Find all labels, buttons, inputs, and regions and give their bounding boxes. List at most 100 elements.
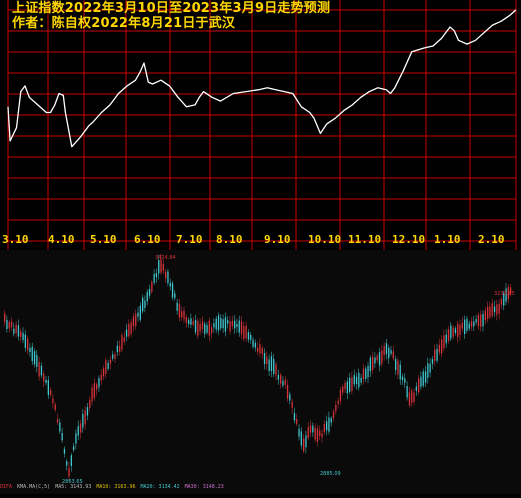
month-label: 6.10 bbox=[134, 233, 161, 246]
candle-body bbox=[121, 335, 123, 350]
candle-body bbox=[441, 339, 443, 354]
candle-body bbox=[358, 372, 360, 388]
candle-body bbox=[434, 349, 436, 362]
right-price-label: 3230.85 bbox=[494, 291, 515, 297]
candle-body bbox=[263, 353, 266, 365]
candle-body bbox=[309, 425, 312, 433]
candle-body bbox=[146, 291, 148, 302]
candle-body bbox=[86, 407, 89, 416]
candle-body bbox=[275, 364, 277, 376]
candle-body bbox=[454, 328, 457, 333]
candle-body bbox=[466, 318, 468, 331]
candle-body bbox=[496, 304, 498, 315]
candle-body bbox=[245, 325, 247, 339]
candle-body bbox=[468, 323, 470, 329]
legend-item: MA20: 3134.42 bbox=[140, 484, 180, 490]
candle-body bbox=[424, 371, 427, 383]
candle-body bbox=[273, 359, 275, 374]
candle-body bbox=[498, 303, 500, 314]
candle-body bbox=[351, 377, 353, 392]
candle-body bbox=[342, 386, 344, 393]
candle-body bbox=[204, 323, 206, 334]
candle-body bbox=[174, 293, 176, 299]
candle-body bbox=[54, 404, 56, 411]
candle-body bbox=[130, 322, 132, 334]
candle-body bbox=[480, 314, 482, 327]
candle-body bbox=[268, 359, 270, 372]
candle-body bbox=[374, 357, 376, 364]
candle-body bbox=[6, 319, 8, 329]
candle-body bbox=[418, 378, 420, 393]
candle-body bbox=[346, 381, 348, 394]
candle-body bbox=[89, 400, 91, 408]
candle-body bbox=[190, 318, 192, 325]
candle-body bbox=[27, 338, 29, 351]
candle-body bbox=[378, 352, 381, 366]
candle-body bbox=[326, 421, 328, 431]
candlestick-chart-svg: 3424.84 3230.85 2885.09 2863.65 bbox=[4, 253, 515, 485]
candle-body bbox=[137, 312, 139, 317]
month-label: 12.10 bbox=[392, 233, 426, 246]
candle-body bbox=[240, 321, 243, 335]
month-label: 2.10 bbox=[478, 233, 505, 246]
candle-body bbox=[135, 314, 137, 326]
candle-body bbox=[447, 329, 450, 341]
candle-body bbox=[470, 321, 473, 327]
candle-body bbox=[392, 351, 394, 359]
candle-body bbox=[259, 344, 261, 354]
candle-body bbox=[61, 433, 63, 441]
candle-body bbox=[116, 345, 118, 353]
candle-body bbox=[79, 423, 82, 433]
candle-body bbox=[436, 348, 438, 361]
candle-body bbox=[284, 379, 286, 385]
candle-body bbox=[185, 317, 187, 323]
candle-body bbox=[29, 347, 31, 353]
candle-body bbox=[112, 354, 114, 359]
month-label: 9.10 bbox=[264, 233, 291, 246]
candle-body bbox=[73, 446, 75, 451]
candle-body bbox=[98, 378, 100, 388]
candle-body bbox=[431, 359, 434, 364]
candle-body bbox=[367, 365, 369, 378]
forecast-grid bbox=[7, 0, 517, 250]
candle-body bbox=[105, 360, 107, 375]
candle-body bbox=[33, 351, 36, 365]
candle-body bbox=[381, 350, 383, 364]
candle-body bbox=[390, 349, 392, 354]
candle-body bbox=[298, 428, 300, 437]
candle-body bbox=[252, 339, 254, 347]
legend-item: MA30: 3148.23 bbox=[184, 484, 224, 490]
candle-body bbox=[250, 334, 252, 340]
candle-body bbox=[206, 325, 208, 333]
candle-body bbox=[183, 310, 185, 320]
candle-body bbox=[296, 419, 298, 424]
candle-body bbox=[10, 321, 13, 328]
candle-body bbox=[321, 433, 323, 438]
candle-body bbox=[114, 354, 116, 359]
candle-body bbox=[257, 347, 259, 352]
candle-body bbox=[8, 322, 10, 329]
candle-body bbox=[158, 260, 160, 274]
candle-body bbox=[213, 323, 215, 328]
candle-body bbox=[493, 306, 496, 313]
candle-body bbox=[63, 448, 66, 454]
candle-body bbox=[178, 303, 181, 318]
candle-body bbox=[445, 334, 447, 344]
candle-body bbox=[491, 303, 493, 316]
candle-body bbox=[397, 360, 399, 375]
candle-body bbox=[404, 378, 406, 383]
candle-body bbox=[176, 302, 178, 311]
candle-body bbox=[75, 433, 77, 444]
candlestick-chart-panel: 3424.84 3230.85 2885.09 2863.65 bbox=[0, 250, 521, 494]
candle-body bbox=[17, 325, 20, 337]
candle-body bbox=[489, 306, 491, 318]
candle-body bbox=[399, 364, 401, 380]
candle-body bbox=[319, 430, 321, 436]
candle-body bbox=[328, 417, 330, 432]
candle-body bbox=[415, 386, 417, 391]
candle-body bbox=[353, 375, 355, 385]
candle-body bbox=[148, 288, 151, 296]
candle-body bbox=[388, 347, 390, 359]
candle-body bbox=[487, 306, 489, 319]
candle-body bbox=[286, 384, 289, 399]
